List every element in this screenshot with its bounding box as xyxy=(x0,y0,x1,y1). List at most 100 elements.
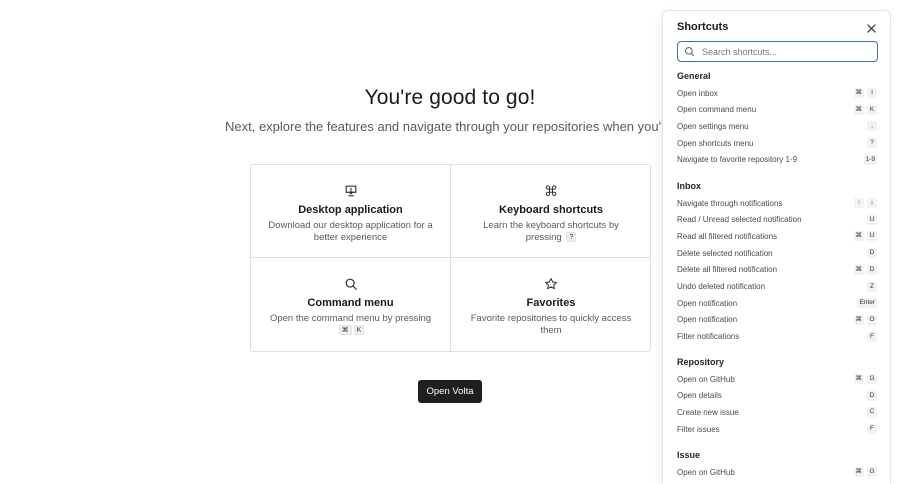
shortcut-row: Delete selected notification D xyxy=(677,246,877,260)
page-title: You're good to go! xyxy=(364,86,536,109)
shortcut-keys: U xyxy=(867,214,877,225)
shortcut-row: Read all filtered notifications ⌘ U xyxy=(677,229,877,243)
shortcut-label: Open inbox xyxy=(677,88,718,98)
shortcut-row: Navigate to favorite repository 1-9 1-9 xyxy=(677,153,877,167)
section-title: General xyxy=(677,71,711,81)
card-title: Keyboard shortcuts xyxy=(499,204,603,216)
close-button[interactable] xyxy=(864,21,878,35)
section-title: Issue xyxy=(677,450,701,460)
card-desc: Open the command menu by pressing xyxy=(269,313,432,324)
key-badge: ⌘ xyxy=(853,314,864,325)
key-badge: O xyxy=(867,314,877,325)
shortcut-keys: , xyxy=(867,121,877,132)
shortcut-label: Open on GitHub xyxy=(677,467,735,477)
close-icon xyxy=(866,23,876,33)
key-badge: G xyxy=(867,467,877,477)
shortcut-label: Open settings menu xyxy=(677,121,749,131)
key-badge: ⌘ xyxy=(853,264,864,275)
key-badge: ⌘ xyxy=(853,231,864,242)
shortcuts-panel: Shortcuts GeneralOpen inbox⌘IOpen comman… xyxy=(662,10,891,484)
shortcut-keys: ⌘ D xyxy=(853,264,877,275)
shortcut-label: Delete selected notification xyxy=(677,248,773,258)
card-title: Favorites xyxy=(526,297,576,309)
card-desktop-application[interactable]: Desktop application Download our desktop… xyxy=(251,165,451,258)
shortcut-label: Open notification xyxy=(677,298,738,308)
shortcut-keys: ⌘ K xyxy=(853,104,877,115)
key-badge: ⌘ xyxy=(853,104,864,115)
search-box[interactable] xyxy=(677,41,878,62)
key-badge: , xyxy=(867,121,877,132)
shortcut-label: Open on GitHub xyxy=(677,374,735,384)
kbd-k: K xyxy=(353,325,365,336)
open-volta-button[interactable]: Open Volta xyxy=(418,380,482,403)
card-desc: Download our desktop application for a b… xyxy=(268,220,433,243)
shortcut-label: Open shortcuts menu xyxy=(677,138,754,148)
card-title: Command menu xyxy=(307,297,394,309)
shortcut-keys: ⌘ I xyxy=(853,88,877,98)
key-badge: ↑ xyxy=(854,198,864,208)
shortcut-row: Undo deleted notification Z xyxy=(677,280,877,294)
shortcut-row: Delete all filtered notification ⌘ D xyxy=(677,263,877,277)
key-badge: G xyxy=(867,374,877,384)
kbd-question: ? xyxy=(566,232,577,243)
main-content: You're good to go! Next, explore the fea… xyxy=(0,0,662,484)
key-badge: U xyxy=(867,214,877,225)
shortcut-label: Navigate through notifications xyxy=(677,198,783,208)
key-badge: F xyxy=(867,424,877,435)
shortcut-label: Open command menu xyxy=(677,105,757,115)
key-badge: F xyxy=(867,331,877,342)
key-badge: ↓ xyxy=(867,198,877,208)
shortcut-label: Undo deleted notification xyxy=(677,282,766,291)
card-desc: Favorite repositories to quickly access … xyxy=(470,313,632,336)
feature-grid: Desktop application Download our desktop… xyxy=(250,164,651,352)
card-favorites[interactable]: Favorites Favorite repositories to quick… xyxy=(451,258,651,351)
search-icon xyxy=(684,46,695,57)
search-input[interactable] xyxy=(702,46,872,57)
star-icon xyxy=(451,274,651,294)
card-keyboard-shortcuts[interactable]: ⌘ Keyboard shortcuts Learn the keyboard … xyxy=(451,165,651,258)
panel-title: Shortcuts xyxy=(677,21,729,33)
key-badge: K xyxy=(867,104,877,115)
shortcut-keys: D xyxy=(867,248,877,259)
search-icon xyxy=(251,274,450,294)
section-title: Repository xyxy=(677,357,725,367)
key-badge: I xyxy=(867,88,877,98)
key-badge: D xyxy=(867,264,877,275)
shortcut-row: Filter issues F xyxy=(677,422,877,436)
shortcut-label: Open notification xyxy=(677,315,738,325)
shortcut-row: Open on GitHub ⌘ G xyxy=(677,465,877,479)
shortcut-keys: ⌘ O xyxy=(853,314,877,325)
key-badge: U xyxy=(867,231,877,242)
shortcut-keys: ⌘ U xyxy=(853,231,877,242)
shortcut-row: Open settings menu, xyxy=(677,119,877,133)
shortcut-row: Open details D xyxy=(677,389,877,403)
shortcut-label: Read all filtered notifications xyxy=(677,231,778,241)
shortcut-label: Filter issues xyxy=(677,424,720,434)
shortcut-label: Create new issue xyxy=(677,407,739,417)
shortcut-keys: F xyxy=(867,424,877,435)
shortcut-keys: ↑ ↓ xyxy=(854,198,877,208)
card-command-menu[interactable]: Command menu Open the command menu by pr… xyxy=(251,258,451,351)
shortcut-row: Open inbox ⌘ I xyxy=(677,86,877,100)
key-badge: D xyxy=(867,390,877,401)
shortcut-keys: D xyxy=(867,390,877,401)
shortcut-row: Read / Unread selected notification U xyxy=(677,213,877,227)
shortcut-keys: F xyxy=(867,331,877,342)
shortcut-keys: ⌘ G xyxy=(853,467,877,477)
key-badge: C xyxy=(867,407,877,418)
key-badge: ⌘ xyxy=(853,467,864,477)
page-subtitle: Next, explore the features and navigate … xyxy=(225,119,662,134)
shortcut-row: Open command menu ⌘ K xyxy=(677,103,877,117)
key-badge: ⌘ xyxy=(853,374,864,384)
shortcut-row: Open notification ⌘ O xyxy=(677,313,877,327)
shortcut-label: Read / Unread selected notification xyxy=(677,215,802,225)
shortcut-keys: 1-9 xyxy=(863,154,877,165)
key-badge: ⌘ xyxy=(853,88,864,98)
shortcut-row: Open notification Enter xyxy=(677,296,877,310)
shortcut-label: Open details xyxy=(677,391,722,401)
kbd-command: ⌘ xyxy=(338,325,352,336)
key-badge: Z xyxy=(867,281,877,292)
shortcut-keys: C xyxy=(867,407,877,418)
key-badge: Enter xyxy=(857,298,877,309)
shortcut-keys: Z xyxy=(867,281,877,292)
